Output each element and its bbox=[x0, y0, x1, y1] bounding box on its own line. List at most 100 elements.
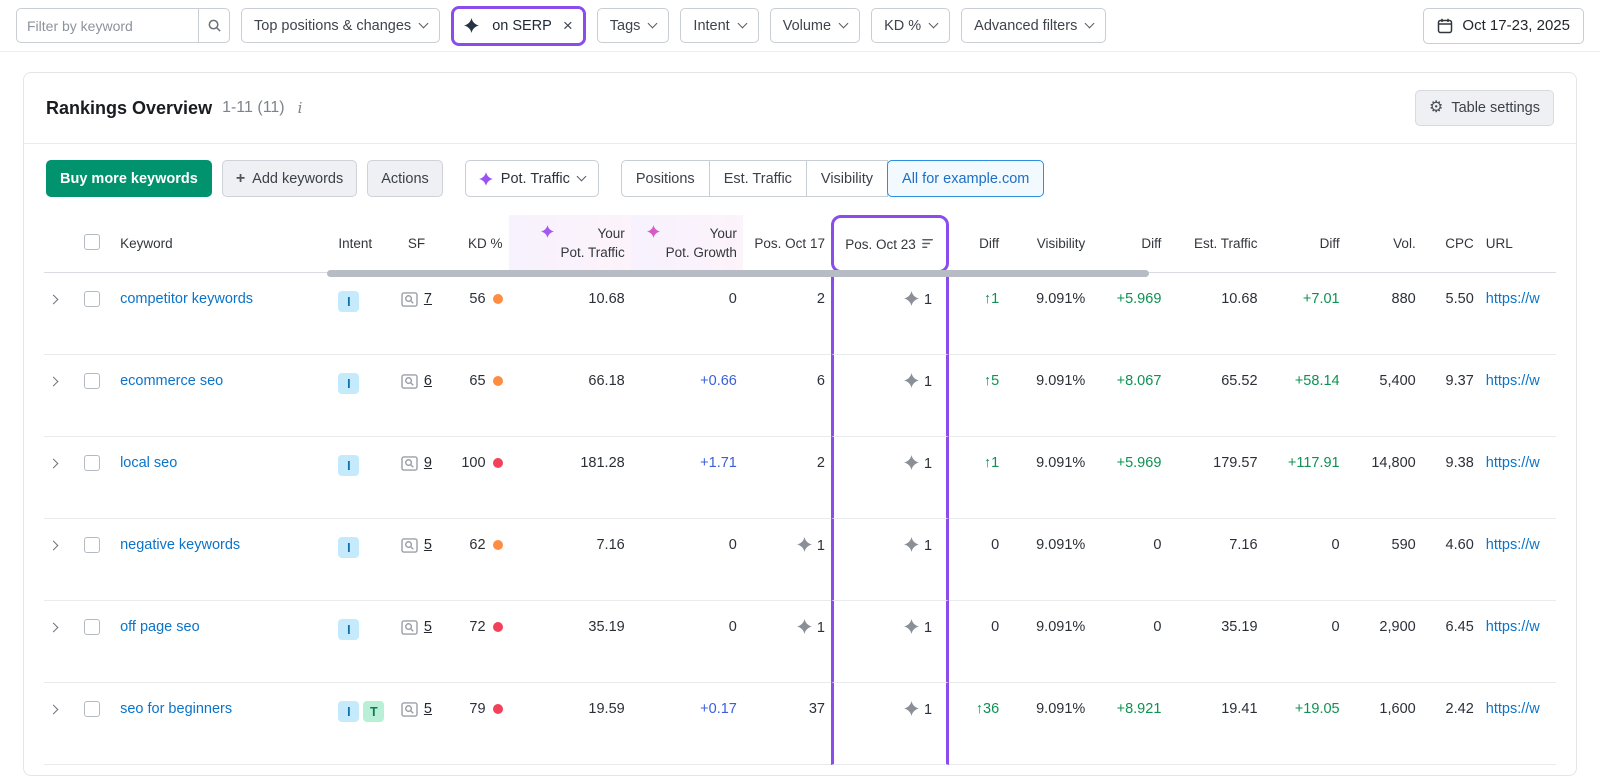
url-link[interactable]: https://w bbox=[1486, 619, 1540, 635]
row-checkbox[interactable] bbox=[84, 537, 100, 553]
est-traffic-value: 179.57 bbox=[1167, 437, 1263, 519]
col-pot-growth: YourPot. Growth bbox=[631, 215, 743, 273]
col-pot-traffic: YourPot. Traffic bbox=[509, 215, 631, 273]
sparkle-icon bbox=[479, 172, 493, 186]
sparkle-icon bbox=[541, 225, 554, 238]
top-positions-dropdown[interactable]: Top positions & changes bbox=[241, 8, 440, 43]
pot-growth-value: +0.66 bbox=[700, 373, 737, 389]
keyword-link[interactable]: seo for beginners bbox=[120, 701, 232, 717]
serp-preview-icon[interactable] bbox=[401, 702, 418, 717]
rankings-table: Keyword Intent SF KD % YourPot. Traffic … bbox=[44, 215, 1556, 765]
toolbar: Buy more keywords + Add keywords Actions… bbox=[24, 144, 1576, 215]
serp-features-count[interactable]: 5 bbox=[424, 537, 432, 553]
chevron-down-icon bbox=[737, 19, 747, 29]
serp-preview-icon[interactable] bbox=[401, 374, 418, 389]
keyword-link[interactable]: ecommerce seo bbox=[120, 373, 223, 389]
gear-icon: ⚙ bbox=[1429, 100, 1443, 116]
serp-preview-icon[interactable] bbox=[401, 292, 418, 307]
pos-oct17-value: 1 bbox=[817, 620, 825, 636]
volume-dropdown[interactable]: Volume bbox=[770, 8, 860, 43]
row-checkbox[interactable] bbox=[84, 701, 100, 717]
serp-preview-icon[interactable] bbox=[401, 620, 418, 635]
intent-dropdown[interactable]: Intent bbox=[680, 8, 758, 43]
table-settings-button[interactable]: ⚙ Table settings bbox=[1415, 90, 1554, 126]
est-diff: 0 bbox=[1332, 619, 1340, 635]
kd-dot bbox=[493, 376, 503, 386]
cpc-value: 5.50 bbox=[1422, 273, 1480, 355]
sort-icon[interactable] bbox=[922, 237, 935, 250]
serp-features-count[interactable]: 5 bbox=[424, 619, 432, 635]
est-diff: +117.91 bbox=[1288, 455, 1340, 471]
intent-badge-I: I bbox=[338, 455, 359, 476]
table-row: off page seo I 5 72 35.19 0 1 1 0 9.091%… bbox=[44, 601, 1556, 683]
cpc-value: 2.42 bbox=[1422, 683, 1480, 765]
est-diff: 0 bbox=[1332, 537, 1340, 553]
pos-oct23-value: 1 bbox=[924, 292, 932, 308]
row-checkbox[interactable] bbox=[84, 455, 100, 471]
pot-traffic-dropdown[interactable]: Pot. Traffic bbox=[465, 160, 599, 197]
intent-badges: I bbox=[338, 294, 363, 310]
row-count: 1-11 (11) bbox=[222, 99, 285, 117]
serp-preview-icon[interactable] bbox=[401, 538, 418, 553]
advanced-filters-dropdown[interactable]: Advanced filters bbox=[961, 8, 1106, 43]
kd-label: KD % bbox=[884, 18, 921, 34]
pos-oct23-cell: 1 bbox=[831, 601, 949, 683]
row-checkbox[interactable] bbox=[84, 373, 100, 389]
close-icon[interactable]: × bbox=[563, 17, 573, 34]
expand-chevron-icon[interactable] bbox=[49, 705, 59, 715]
kd-value: 62 bbox=[469, 537, 485, 553]
tags-dropdown[interactable]: Tags bbox=[597, 8, 670, 43]
pos-oct17-cell: 2 bbox=[743, 273, 831, 355]
col-kd: KD % bbox=[442, 215, 508, 273]
horizontal-scrollbar[interactable] bbox=[327, 270, 1150, 277]
search-icon[interactable] bbox=[198, 8, 230, 43]
expand-chevron-icon[interactable] bbox=[49, 541, 59, 551]
tab-positions[interactable]: Positions bbox=[621, 160, 710, 197]
tab-visibility[interactable]: Visibility bbox=[806, 160, 888, 197]
pot-growth-value: 0 bbox=[729, 537, 737, 553]
kd-dropdown[interactable]: KD % bbox=[871, 8, 950, 43]
keyword-link[interactable]: negative keywords bbox=[120, 537, 240, 553]
visibility-diff: 0 bbox=[1153, 537, 1161, 553]
add-keywords-button[interactable]: + Add keywords bbox=[222, 160, 357, 197]
keyword-link[interactable]: competitor keywords bbox=[120, 291, 253, 307]
row-checkbox[interactable] bbox=[84, 619, 100, 635]
serp-features-count[interactable]: 5 bbox=[424, 701, 432, 717]
keyword-link[interactable]: off page seo bbox=[120, 619, 200, 635]
row-checkbox[interactable] bbox=[84, 291, 100, 307]
pot-growth-value: +1.71 bbox=[700, 455, 737, 471]
serp-features-count[interactable]: 6 bbox=[424, 373, 432, 389]
kd-value: 56 bbox=[469, 291, 485, 307]
info-icon[interactable]: i bbox=[295, 99, 306, 117]
select-all-checkbox[interactable] bbox=[84, 234, 100, 250]
date-range-picker[interactable]: Oct 17-23, 2025 bbox=[1423, 8, 1584, 44]
serp-features-count[interactable]: 9 bbox=[424, 455, 432, 471]
url-link[interactable]: https://w bbox=[1486, 291, 1540, 307]
volume-value: 5,400 bbox=[1346, 355, 1422, 437]
table-header-row: Keyword Intent SF KD % YourPot. Traffic … bbox=[44, 215, 1556, 273]
expand-chevron-icon[interactable] bbox=[49, 295, 59, 305]
keyword-link[interactable]: local seo bbox=[120, 455, 177, 471]
serp-filter-chip[interactable]: on SERP × bbox=[454, 9, 583, 43]
table-row: competitor keywords I 7 56 10.68 0 2 1 ↑… bbox=[44, 273, 1556, 355]
expand-chevron-icon[interactable] bbox=[49, 459, 59, 469]
serp-features-count[interactable]: 7 bbox=[424, 291, 432, 307]
url-link[interactable]: https://w bbox=[1486, 455, 1540, 471]
pos-diff: 0 bbox=[991, 619, 999, 635]
tab-est-traffic[interactable]: Est. Traffic bbox=[709, 160, 807, 197]
actions-button[interactable]: Actions bbox=[367, 160, 443, 197]
visibility-value: 9.091% bbox=[1005, 601, 1091, 683]
expand-chevron-icon[interactable] bbox=[49, 623, 59, 633]
buy-more-keywords-button[interactable]: Buy more keywords bbox=[46, 160, 212, 197]
serp-preview-icon[interactable] bbox=[401, 456, 418, 471]
col-pos-oct23: Pos. Oct 23 bbox=[831, 215, 949, 273]
expand-chevron-icon[interactable] bbox=[49, 377, 59, 387]
tab-all-for-domain[interactable]: All for example.com bbox=[887, 160, 1044, 197]
url-link[interactable]: https://w bbox=[1486, 537, 1540, 553]
url-link[interactable]: https://w bbox=[1486, 701, 1540, 717]
url-link[interactable]: https://w bbox=[1486, 373, 1540, 389]
volume-value: 880 bbox=[1346, 273, 1422, 355]
table-row: local seo I 9 100 181.28 +1.71 2 1 ↑1 9.… bbox=[44, 437, 1556, 519]
visibility-value: 9.091% bbox=[1005, 355, 1091, 437]
rankings-overview-card: Rankings Overview 1-11 (11) i ⚙ Table se… bbox=[23, 72, 1577, 776]
